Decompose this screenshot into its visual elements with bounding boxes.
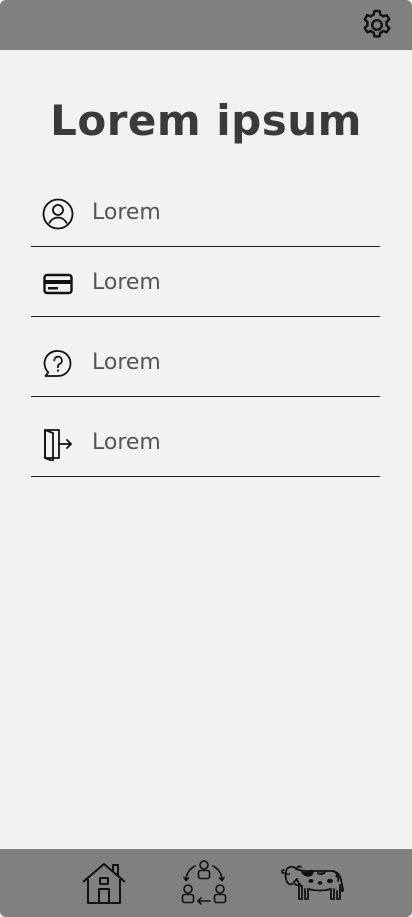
settings-button[interactable] xyxy=(358,6,396,44)
page-title: Lorem ipsum xyxy=(50,96,362,145)
people-exchange-icon xyxy=(181,860,227,905)
credit-card-icon xyxy=(40,266,76,302)
menu-item-label: Lorem xyxy=(92,430,161,455)
bottom-nav xyxy=(0,849,412,917)
top-bar xyxy=(0,0,412,50)
home-icon xyxy=(82,863,126,904)
cow-icon xyxy=(281,865,345,900)
gear-icon xyxy=(363,9,391,38)
menu-item-profile[interactable]: Lorem xyxy=(31,196,380,247)
menu-item-logout[interactable]: Lorem xyxy=(31,426,380,477)
help-chat-icon xyxy=(40,346,76,382)
nav-cow-button[interactable] xyxy=(278,857,352,909)
logout-door-icon xyxy=(40,426,76,462)
menu-item-label: Lorem xyxy=(92,200,161,225)
nav-exchange-button[interactable] xyxy=(178,857,230,909)
menu-item-label: Lorem xyxy=(92,350,161,375)
menu-item-label: Lorem xyxy=(92,270,161,295)
menu-item-payment[interactable]: Lorem xyxy=(31,266,380,317)
nav-home-button[interactable] xyxy=(78,857,130,909)
menu-item-help[interactable]: Lorem xyxy=(31,346,380,397)
user-circle-icon xyxy=(40,196,76,232)
